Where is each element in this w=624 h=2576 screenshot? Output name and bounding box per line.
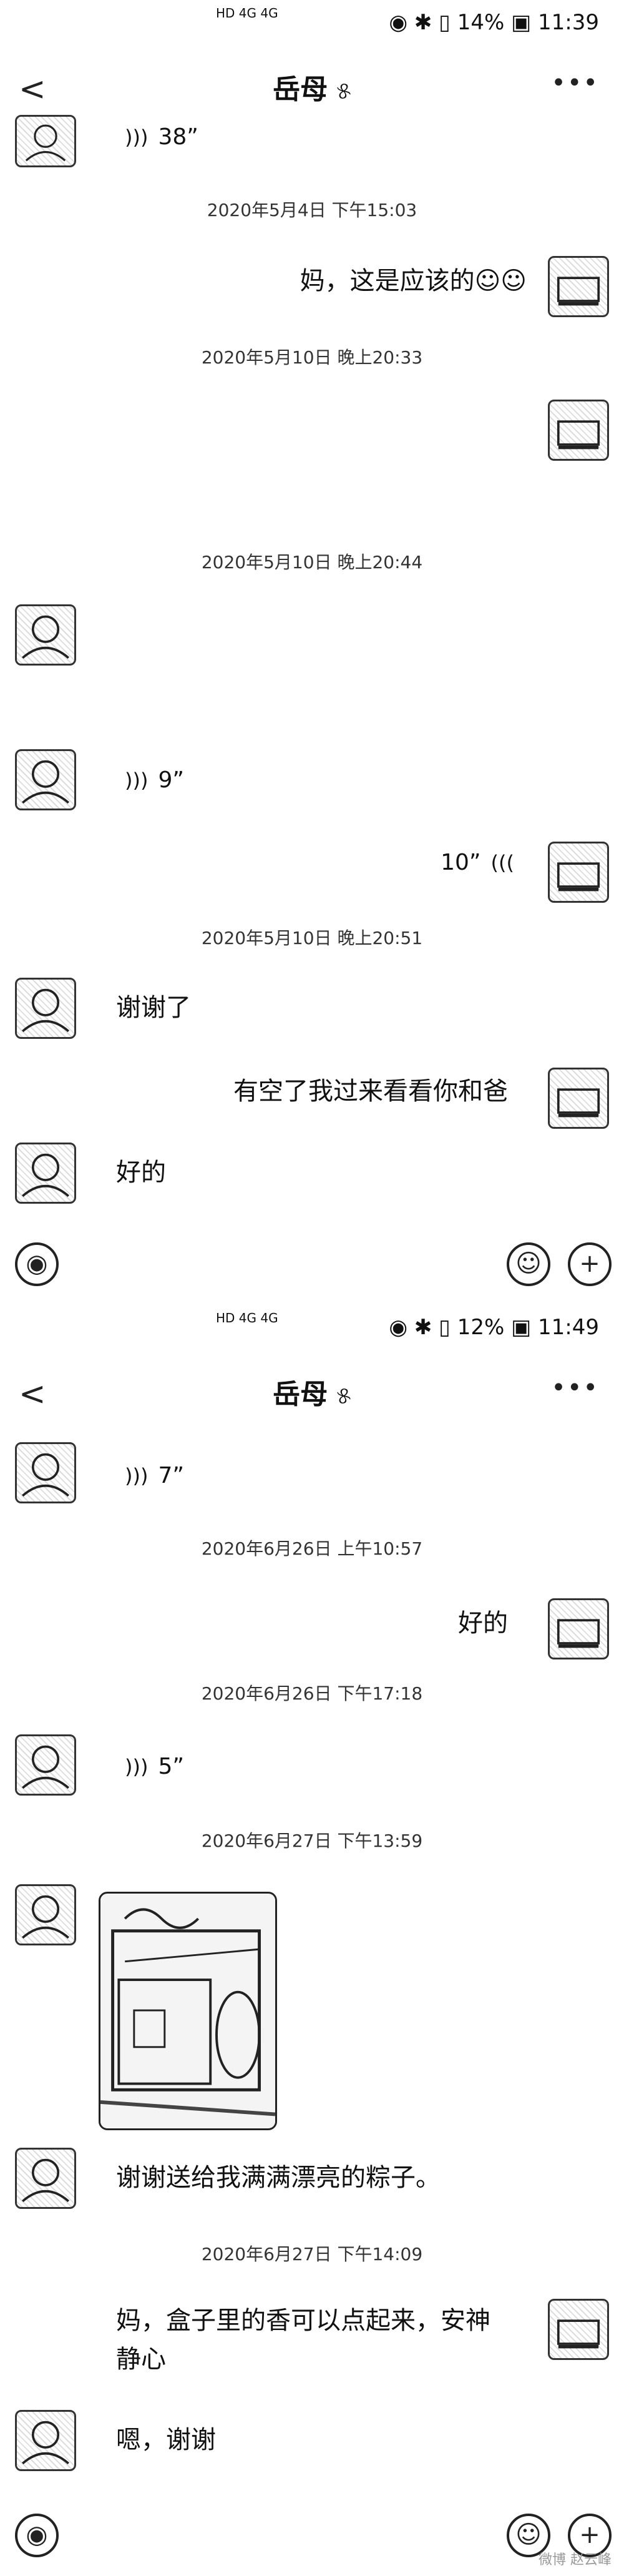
message-sent[interactable]: 妈，盒子里的香可以点起来，安神 静心 (116, 2301, 522, 2379)
contact-name: 岳母 (273, 1379, 328, 1410)
avatar-self[interactable] (548, 1068, 609, 1129)
input-bar: ◉ ☺ + (0, 1230, 624, 1299)
chat-title: 岳母 ୫ (0, 1377, 624, 1413)
status-right: ◉ ✱ ▯ 14% ▣ 11:39 (389, 10, 599, 35)
weibo-watermark: 微博 赵云峰 (539, 2552, 612, 2568)
voice-wave-icon: ))) (125, 769, 149, 792)
voice-message[interactable]: ))) 9” (125, 767, 184, 794)
emoji-icon: ☺☺ (474, 267, 527, 295)
more-button[interactable]: ••• (551, 1374, 599, 1402)
avatar-self[interactable] (548, 256, 609, 317)
voice-message[interactable]: ))) 7” (125, 1462, 184, 1490)
message-sent[interactable]: 妈，这是应该的☺☺ (300, 265, 527, 297)
photo-message[interactable] (99, 1892, 277, 2130)
message-sent[interactable]: 有空了我过来看看你和爸 (233, 1075, 508, 1108)
message-received[interactable]: 谢谢了 (116, 991, 191, 1024)
avatar-mother-in-law[interactable] (15, 604, 76, 666)
avatar-self[interactable] (548, 2299, 609, 2360)
avatar-mother-in-law[interactable] (15, 1143, 76, 1204)
timestamp: 2020年6月27日 下午13:59 (201, 1831, 423, 1851)
timestamp: 2020年5月10日 晚上20:51 (201, 928, 423, 948)
voice-message[interactable]: ))) 38” (125, 124, 198, 151)
plus-button[interactable]: + (568, 1242, 612, 1286)
timestamp: 2020年6月26日 下午17:18 (201, 1683, 423, 1704)
voice-input-button[interactable]: ◉ (15, 2514, 59, 2557)
status-bar: HD 4G 4G ◉ ✱ ▯ 12% ▣ 11:49 (0, 1305, 624, 1349)
zongzi-gift-box-image (100, 1894, 275, 2128)
voice-message[interactable]: ))) 5” (125, 1753, 184, 1781)
chat-title: 岳母 ୫ (0, 72, 624, 108)
avatar-mother-in-law[interactable] (15, 1442, 76, 1503)
message-received[interactable]: 好的 (116, 1156, 166, 1189)
more-button[interactable]: ••• (551, 69, 599, 97)
avatar-self[interactable] (548, 400, 609, 461)
avatar-self[interactable] (548, 842, 609, 903)
timestamp: 2020年6月27日 下午14:09 (201, 2244, 423, 2264)
signal-indicators: HD 4G 4G (216, 6, 278, 21)
signal-indicators: HD 4G 4G (216, 1310, 278, 1325)
voice-input-button[interactable]: ◉ (15, 1242, 59, 1286)
avatar-mother-in-law[interactable] (15, 978, 76, 1039)
avatar-mother-in-law[interactable] (15, 749, 76, 810)
avatar-mother-in-law[interactable] (15, 2148, 76, 2209)
timestamp: 2020年5月4日 下午15:03 (207, 200, 417, 220)
timestamp: 2020年6月26日 上午10:57 (201, 1538, 423, 1559)
avatar-mother-in-law[interactable] (15, 1884, 76, 1945)
ear-icon: ୫ (336, 77, 351, 104)
message-received[interactable]: 谢谢送给我满满漂亮的粽子。 (116, 2161, 441, 2194)
status-bar: HD 4G 4G ◉ ✱ ▯ 14% ▣ 11:39 (0, 0, 624, 44)
voice-message-sent[interactable]: 10”((( (441, 849, 514, 877)
ear-icon: ୫ (336, 1382, 351, 1409)
timestamp: 2020年5月10日 晚上20:44 (201, 552, 423, 573)
status-right: ◉ ✱ ▯ 12% ▣ 11:49 (389, 1315, 599, 1340)
chat-header: < 岳母 ୫ ••• (0, 1367, 624, 1423)
voice-wave-icon: ))) (125, 125, 149, 149)
avatar-mother-in-law[interactable] (15, 1734, 76, 1796)
emoji-button[interactable]: ☺ (507, 1242, 550, 1286)
voice-wave-icon: ))) (125, 1464, 149, 1488)
voice-wave-icon: ((( (490, 851, 514, 875)
avatar-mother-in-law[interactable] (15, 2410, 76, 2471)
message-sent[interactable]: 好的 (458, 1607, 508, 1639)
input-bar: ◉ ☺ + (0, 2501, 624, 2570)
message-received[interactable]: 嗯，谢谢 (116, 2424, 216, 2456)
voice-wave-icon: ))) (125, 1755, 149, 1779)
contact-name: 岳母 (273, 74, 328, 106)
timestamp: 2020年5月10日 晚上20:33 (201, 347, 423, 368)
chat-header: < 岳母 ୫ ••• (0, 62, 624, 119)
avatar-mother-in-law[interactable] (15, 115, 76, 167)
avatar-self[interactable] (548, 1598, 609, 1659)
